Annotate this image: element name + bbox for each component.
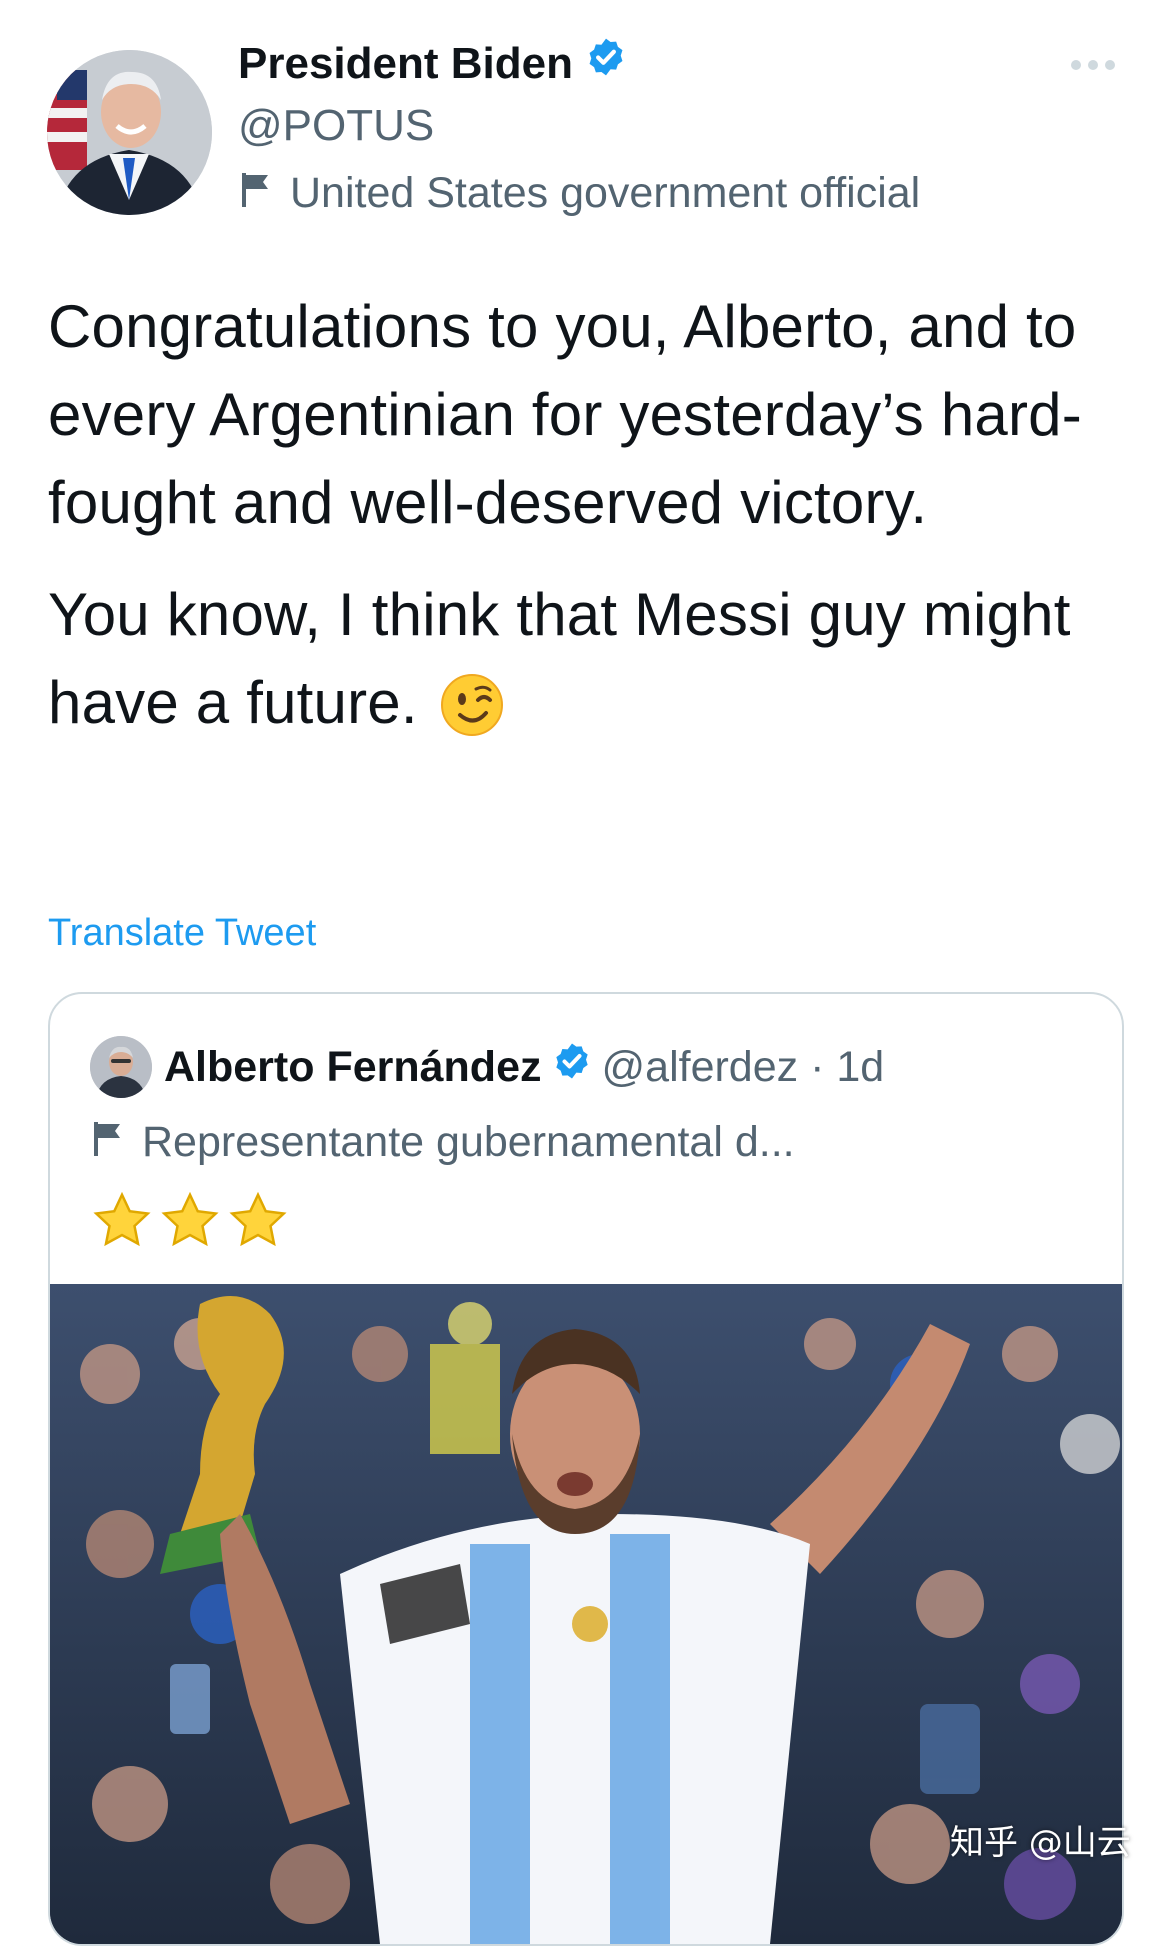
- quoted-handle-time: @alferdez · 1d: [601, 1043, 885, 1091]
- quoted-author-avatar[interactable]: [90, 1036, 152, 1098]
- tweet-paragraph-2-wrapper: You know, I think that Messi guy might h…: [48, 571, 1138, 761]
- author-display-name[interactable]: President Biden: [238, 36, 573, 92]
- star-icon: [92, 1191, 152, 1255]
- affiliation-label: United States government official: [290, 169, 921, 217]
- quoted-author-row[interactable]: Alberto Fernández @alferdez · 1d: [164, 1036, 884, 1098]
- quoted-author-photo: [90, 1036, 152, 1098]
- quoted-verified-badge-icon: [552, 1036, 592, 1098]
- author-handle[interactable]: @POTUS: [238, 98, 434, 154]
- star-icon: [228, 1191, 288, 1255]
- star-icon: [160, 1191, 220, 1255]
- tweet-paragraph-2: You know, I think that Messi guy might h…: [48, 581, 1071, 736]
- author-affiliation: United States government official: [240, 165, 920, 221]
- author-name-row[interactable]: President Biden: [238, 36, 627, 92]
- author-avatar[interactable]: [47, 50, 212, 215]
- quoted-tweet-card[interactable]: Alberto Fernández @alferdez · 1d Represe…: [48, 992, 1124, 1946]
- tweet-paragraph-1: Congratulations to you, Alberto, and to …: [48, 293, 1082, 536]
- flag-icon: [240, 165, 272, 221]
- author-photo: [47, 50, 212, 215]
- quoted-affiliation-label: Representante gubernamental d...: [142, 1118, 795, 1166]
- quoted-author-name[interactable]: Alberto Fernández: [164, 1036, 542, 1098]
- tweet-text: Congratulations to you, Alberto, and to …: [48, 283, 1138, 761]
- verified-badge-icon: [585, 36, 627, 92]
- winking-face-icon: [440, 673, 504, 761]
- translate-tweet-link[interactable]: Translate Tweet: [48, 905, 316, 961]
- quoted-flag-icon: [92, 1112, 124, 1172]
- more-options-icon[interactable]: [1068, 55, 1118, 75]
- watermark: 知乎 @山云: [950, 1823, 1131, 1863]
- quoted-tweet-stars: [92, 1191, 288, 1255]
- quoted-affiliation: Representante gubernamental d...: [92, 1112, 795, 1172]
